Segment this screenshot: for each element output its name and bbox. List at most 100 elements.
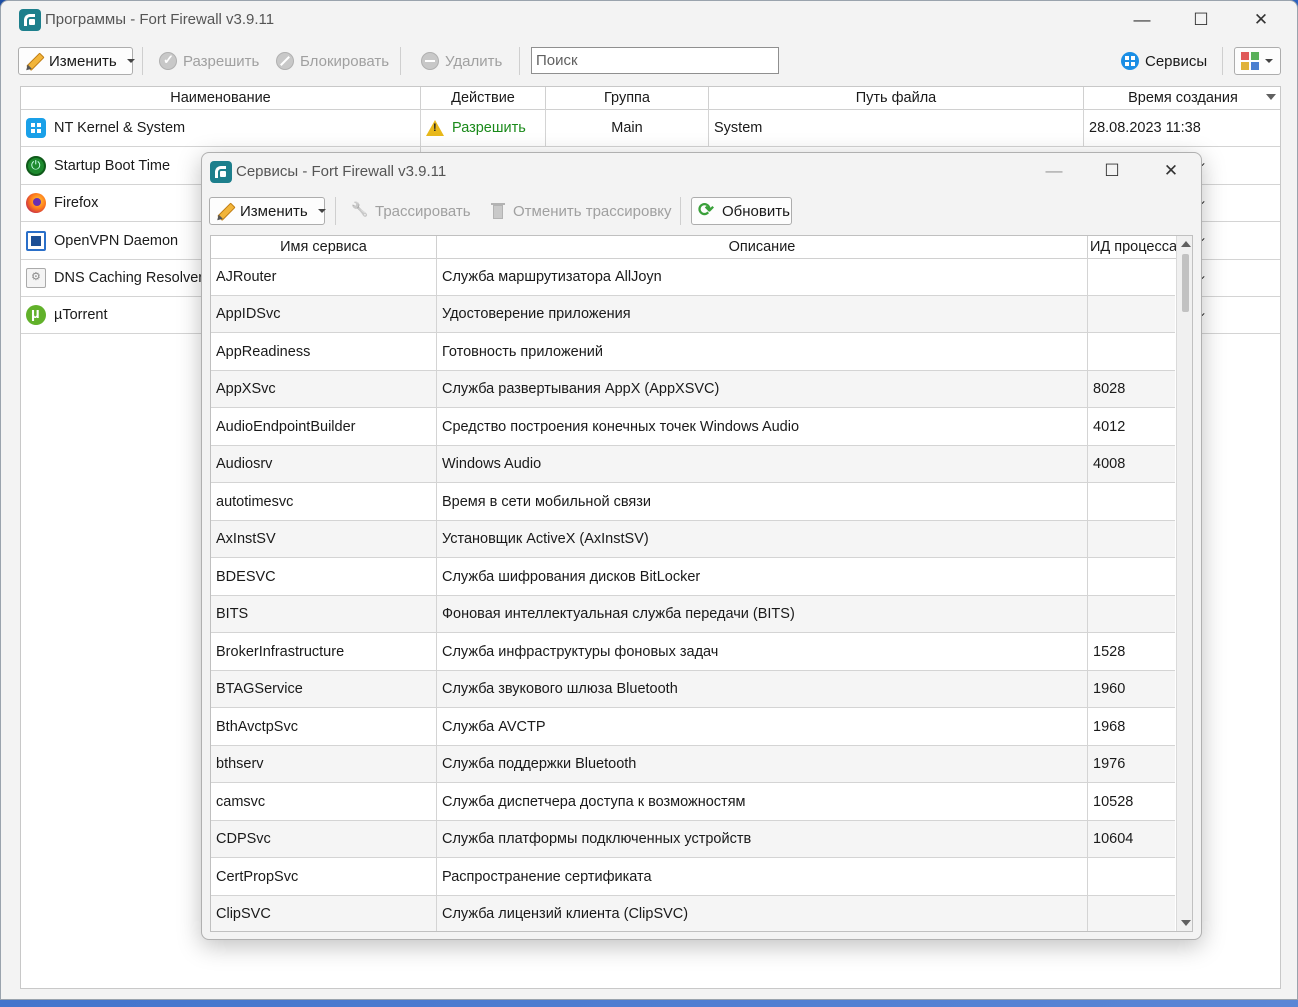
service-pid bbox=[1088, 896, 1176, 931]
program-path: System bbox=[709, 109, 1084, 146]
service-description: Служба инфраструктуры фоновых задач bbox=[437, 633, 1088, 670]
service-row[interactable]: CDPSvc Служба платформы подключенных устр… bbox=[211, 821, 1175, 858]
service-description: Служба платформы подключенных устройств bbox=[437, 821, 1088, 857]
service-description: Служба диспетчера доступа к возможностям bbox=[437, 783, 1088, 820]
edit-dropdown-button[interactable]: Изменить bbox=[209, 197, 326, 225]
maximize-button[interactable]: ☐ bbox=[1086, 153, 1138, 189]
refresh-icon bbox=[698, 199, 716, 222]
service-row[interactable]: ClipSVC Служба лицензий клиента (ClipSVC) bbox=[211, 896, 1176, 931]
block-label: Блокировать bbox=[300, 52, 390, 70]
program-action-cell: Разрешить bbox=[421, 109, 546, 146]
service-description: Windows Audio bbox=[437, 446, 1088, 482]
dns-service-icon bbox=[26, 268, 46, 288]
windows-logo-icon bbox=[26, 117, 46, 138]
service-row[interactable]: AudioEndpointBuilder Средство построения … bbox=[211, 408, 1175, 446]
programs-titlebar[interactable]: Программы - Fort Firewall v3.9.11 — ☐ ✕ bbox=[1, 1, 1297, 39]
refresh-button[interactable]: Обновить bbox=[691, 197, 792, 225]
service-pid: 1968 bbox=[1093, 718, 1126, 735]
close-button[interactable]: ✕ bbox=[1145, 153, 1197, 189]
minimize-button[interactable]: — bbox=[1116, 1, 1168, 39]
trace-button[interactable]: Трассировать bbox=[345, 197, 477, 225]
service-description: Время в сети мобильной связи bbox=[437, 483, 1088, 520]
toolbar-separator bbox=[142, 47, 143, 75]
service-row[interactable]: camsvc Служба диспетчера доступа к возмож… bbox=[211, 783, 1175, 821]
service-name: AudioEndpointBuilder bbox=[211, 408, 437, 445]
column-header-pid[interactable]: ИД процесса bbox=[1088, 236, 1176, 258]
scroll-up-arrow-icon[interactable] bbox=[1181, 241, 1191, 247]
service-row[interactable]: autotimesvc Время в сети мобильной связи bbox=[211, 483, 1175, 521]
service-description: Служба шифрования дисков BitLocker bbox=[437, 558, 1088, 595]
refresh-label: Обновить bbox=[722, 202, 790, 220]
service-row[interactable]: AppReadiness Готовность приложений bbox=[211, 333, 1175, 371]
scroll-down-arrow-icon[interactable] bbox=[1181, 920, 1191, 926]
services-button[interactable]: Сервисы bbox=[1115, 47, 1213, 75]
column-header-description[interactable]: Описание bbox=[437, 236, 1088, 258]
firefox-icon bbox=[26, 193, 46, 213]
program-action: Разрешить bbox=[452, 119, 526, 136]
program-row[interactable]: NT Kernel & System Разрешить Main System… bbox=[21, 109, 1280, 147]
utorrent-icon bbox=[26, 305, 46, 325]
service-pid: 4008 bbox=[1093, 456, 1126, 472]
service-row[interactable]: AJRouter Служба маршрутизатора AllJoyn bbox=[211, 258, 1175, 296]
service-name: BDESVC bbox=[211, 558, 437, 595]
services-scrollbar[interactable] bbox=[1176, 236, 1192, 931]
service-row[interactable]: AxInstSV Установщик ActiveX (AxInstSV) bbox=[211, 521, 1175, 558]
service-row[interactable]: BITS Фоновая интеллектуальная служба пере… bbox=[211, 596, 1175, 633]
service-row[interactable]: bthserv Служба поддержки Bluetooth 1976 bbox=[211, 746, 1175, 783]
delete-label: Удалить bbox=[445, 52, 503, 70]
service-pid bbox=[1088, 258, 1176, 295]
delete-button[interactable]: Удалить bbox=[415, 47, 508, 75]
column-header-name[interactable]: Наименование bbox=[21, 87, 421, 109]
service-name: CertPropSvc bbox=[211, 858, 437, 895]
column-header-path[interactable]: Путь файла bbox=[709, 87, 1084, 109]
service-name: BrokerInfrastructure bbox=[211, 633, 437, 670]
service-pid bbox=[1088, 333, 1176, 370]
service-row[interactable]: AppIDSvc Удостоверение приложения bbox=[211, 296, 1175, 333]
check-circle-icon bbox=[159, 52, 177, 70]
search-input[interactable] bbox=[531, 47, 779, 74]
column-header-created[interactable]: Время создания bbox=[1084, 87, 1280, 109]
wrench-icon bbox=[351, 202, 369, 220]
service-row[interactable]: Audiosrv Windows Audio 4008 bbox=[211, 446, 1175, 483]
service-pid bbox=[1088, 596, 1176, 632]
program-name: Firefox bbox=[54, 195, 99, 211]
service-name: AppXSvc bbox=[211, 371, 437, 407]
service-row[interactable]: AppXSvc Служба развертывания AppX (AppXSV… bbox=[211, 371, 1175, 408]
pencil-icon bbox=[21, 48, 46, 73]
service-pid: 1976 bbox=[1093, 756, 1126, 772]
power-icon bbox=[26, 155, 46, 176]
edit-dropdown-button[interactable]: Изменить bbox=[18, 47, 135, 75]
service-description: Готовность приложений bbox=[437, 333, 1088, 370]
service-row[interactable]: BTAGService Служба звукового шлюза Blueto… bbox=[211, 671, 1175, 708]
fort-firewall-app-icon bbox=[210, 161, 232, 183]
minimize-button[interactable]: — bbox=[1028, 153, 1080, 189]
untrace-label: Отменить трассировку bbox=[513, 202, 672, 220]
service-pid bbox=[1088, 858, 1176, 895]
toolbar-separator bbox=[400, 47, 401, 75]
service-row[interactable]: BthAvctpSvc Служба AVCTP 1968 bbox=[211, 708, 1175, 746]
service-description: Удостоверение приложения bbox=[437, 296, 1088, 332]
allow-button[interactable]: Разрешить bbox=[153, 47, 265, 75]
scrollbar-thumb[interactable] bbox=[1182, 254, 1189, 312]
service-name: camsvc bbox=[211, 783, 437, 820]
program-name: NT Kernel & System bbox=[54, 119, 186, 136]
maximize-button[interactable]: ☐ bbox=[1175, 1, 1227, 39]
service-row[interactable]: BrokerInfrastructure Служба инфраструктур… bbox=[211, 633, 1175, 671]
service-row[interactable]: CertPropSvc Распространение сертификата bbox=[211, 858, 1175, 896]
column-header-service-name[interactable]: Имя сервиса bbox=[211, 236, 437, 258]
chevron-down-icon bbox=[1265, 59, 1273, 63]
column-header-action[interactable]: Действие bbox=[421, 87, 546, 109]
services-window: Сервисы - Fort Firewall v3.9.11 — ☐ ✕ Из… bbox=[201, 152, 1202, 940]
block-button[interactable]: Блокировать bbox=[270, 47, 395, 75]
service-name: CDPSvc bbox=[211, 821, 437, 857]
untrace-button[interactable]: Отменить трассировку bbox=[483, 197, 678, 225]
edit-label: Изменить bbox=[49, 52, 117, 70]
service-name: autotimesvc bbox=[211, 483, 437, 520]
service-pid: 1528 bbox=[1093, 643, 1126, 660]
service-name: AppReadiness bbox=[211, 333, 437, 370]
services-titlebar[interactable]: Сервисы - Fort Firewall v3.9.11 — ☐ ✕ bbox=[202, 153, 1201, 189]
options-menu-button[interactable] bbox=[1234, 47, 1281, 75]
column-header-group[interactable]: Группа bbox=[546, 87, 709, 109]
close-button[interactable]: ✕ bbox=[1235, 1, 1287, 39]
service-row[interactable]: BDESVC Служба шифрования дисков BitLocker bbox=[211, 558, 1175, 596]
